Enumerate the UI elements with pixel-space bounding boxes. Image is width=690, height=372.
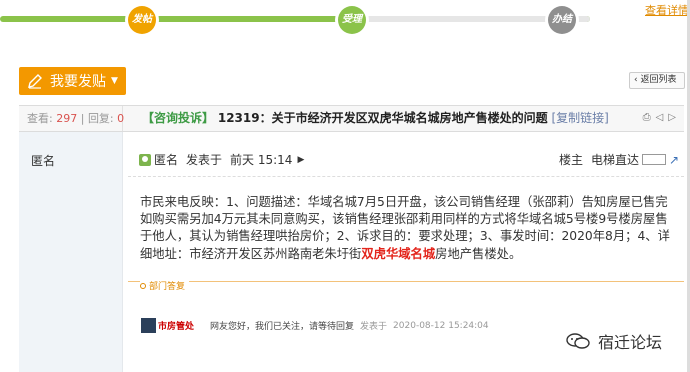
dept-name[interactable]: 市房管处 — [158, 319, 194, 332]
dept-reply-heading: 部门答复 — [140, 279, 190, 292]
step-resolved: 办结 — [548, 6, 576, 34]
chevron-down-icon: ▼ — [111, 76, 118, 86]
thread-title: 12319：关于市经济开发区双虎华城名城房地产售楼处的问题 — [217, 111, 548, 125]
post-author-column: 匿名 — [19, 132, 123, 372]
caret-right-icon[interactable]: ▶ — [297, 155, 304, 165]
pen-icon — [28, 74, 42, 89]
watermark: 宿迁论坛 — [566, 329, 662, 353]
watermark-text: 宿迁论坛 — [598, 333, 663, 352]
reply-message: 网友您好，我们已关注，请等待回复 — [210, 322, 355, 332]
views-label: 查看: — [27, 112, 53, 125]
thread-category[interactable]: 【咨询投诉】 — [142, 111, 214, 125]
step-post: 发帖 — [128, 6, 156, 34]
back-to-list-label: 返回列表 — [640, 75, 677, 85]
stats-divider: | — [80, 112, 85, 125]
avatar[interactable] — [141, 318, 156, 333]
reply-time: 2020-08-12 15:24:04 — [393, 320, 489, 331]
post-body-highlight: 双虎华域名城 — [361, 246, 436, 261]
dept-reply-divider — [128, 281, 684, 294]
print-icon[interactable]: ⎙ — [643, 112, 651, 123]
goto-floor-label: 电梯直达 — [591, 153, 640, 167]
thread-title-line: 【咨询投诉】 12319：关于市经济开发区双虎华城名城房地产售楼处的问题 [复制… — [142, 106, 609, 131]
post-body: 市民来电反映：1、问题描述：华域名城7月5日开盘，该公司销售经理（张邵莉）告知房… — [140, 194, 677, 263]
floor-info: 楼主 电梯直达 ↗ — [559, 151, 679, 168]
dept-reply-label: 部门答复 — [149, 282, 186, 292]
thread-tools: ⎙ ◁ ▷ — [643, 112, 676, 123]
new-post-button[interactable]: 我要发贴 ▼ — [19, 67, 126, 95]
copy-link-button[interactable]: [复制链接] — [551, 111, 608, 125]
new-post-label: 我要发贴 — [50, 74, 106, 90]
prev-thread-icon[interactable]: ◁ — [656, 112, 664, 123]
next-thread-icon[interactable]: ▷ — [668, 112, 676, 123]
floor-label: 楼主 — [559, 153, 584, 167]
progress-track — [0, 16, 590, 22]
views-count: 297 — [56, 112, 78, 125]
thread-stats: 查看: 297 | 回复: 0 — [19, 106, 125, 131]
circle-icon — [140, 283, 146, 289]
go-arrow-icon[interactable]: ↗ — [669, 153, 679, 167]
replies-count: 0 — [117, 112, 125, 125]
posted-label: 发表于 — [186, 153, 223, 167]
posted-time: 前天 15:14 — [230, 153, 293, 167]
dept-reply-row: 市房管处 网友您好，我们已关注，请等待回复 发表于 2020-08-12 15:… — [141, 318, 489, 333]
user-icon — [139, 153, 151, 166]
wechat-icon — [566, 333, 590, 349]
reply-posted-label: 发表于 — [360, 322, 388, 332]
thread-header: 查看: 297 | 回复: 0 【咨询投诉】 12319：关于市经济开发区双虎华… — [19, 105, 684, 132]
post-body-suffix: 房地产售楼处。 — [435, 246, 522, 261]
meta-author: 匿名 — [154, 153, 179, 167]
replies-label: 回复: — [87, 112, 114, 125]
post-meta: 匿名 发表于 前天 15:14 ▶ — [139, 151, 304, 168]
goto-floor-input[interactable] — [642, 154, 667, 165]
post-divider — [128, 176, 684, 177]
step-accepted: 受理 — [338, 6, 366, 34]
back-to-list-button[interactable]: ‹ 返回列表 — [629, 72, 685, 89]
post-author[interactable]: 匿名 — [31, 152, 55, 169]
view-detail-link[interactable]: 查看详情 — [645, 2, 689, 18]
